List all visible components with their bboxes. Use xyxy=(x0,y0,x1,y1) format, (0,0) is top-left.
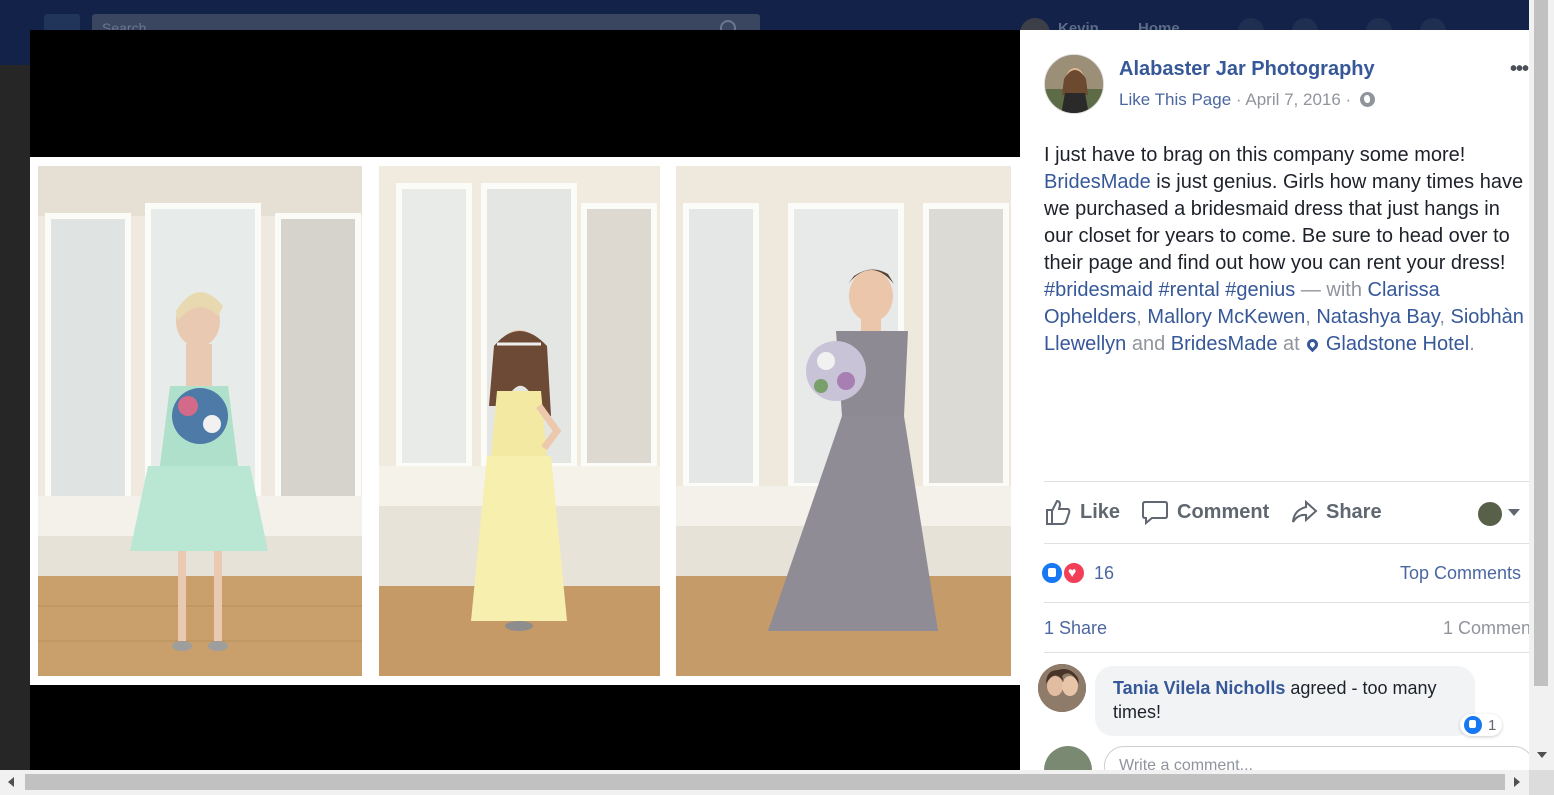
more-options-icon[interactable]: ••• xyxy=(1510,58,1529,81)
tagged-page-bridesmade[interactable]: BridesMade xyxy=(1171,333,1278,355)
love-reaction-icon xyxy=(1062,561,1086,585)
reaction-count[interactable]: 16 xyxy=(1094,563,1114,584)
reactions-summary[interactable]: 16 xyxy=(1040,561,1114,585)
share-arrow-icon xyxy=(1292,499,1318,523)
react-as-avatar[interactable] xyxy=(1478,502,1502,526)
divider xyxy=(1044,602,1529,603)
photo-panel-yellow-dress xyxy=(379,166,660,676)
like-reaction-icon xyxy=(1040,561,1064,585)
vertical-scrollbar[interactable] xyxy=(1529,0,1554,770)
hashtag-genius[interactable]: #genius xyxy=(1225,279,1295,301)
horizontal-scrollbar-thumb[interactable] xyxy=(25,774,1505,790)
meta-separator: · xyxy=(1235,90,1242,109)
write-comment-input[interactable]: Write a comment... xyxy=(1104,746,1529,770)
scrollbar-corner xyxy=(1529,770,1554,795)
comment-like-count[interactable]: 1 xyxy=(1460,714,1503,736)
location-link[interactable]: Gladstone Hotel xyxy=(1326,333,1469,355)
tagged-person-natashya[interactable]: Natashya Bay xyxy=(1316,306,1439,328)
divider xyxy=(1044,543,1529,544)
page-avatar[interactable] xyxy=(1044,54,1104,114)
commenter-avatar[interactable] xyxy=(1038,664,1086,712)
write-comment-placeholder: Write a comment... xyxy=(1119,757,1253,770)
comment-bubble: Tania Vilela Nicholls agreed - too many … xyxy=(1095,666,1475,736)
comment-bubble-icon xyxy=(1142,501,1168,526)
photo-collage[interactable] xyxy=(30,157,1020,685)
with-label: — with xyxy=(1295,279,1368,301)
like-reaction-icon xyxy=(1464,716,1482,734)
comments-count-link[interactable]: 1 Comment xyxy=(1443,618,1529,639)
share-label: Share xyxy=(1326,500,1382,523)
comment-button[interactable]: Comment xyxy=(1141,496,1269,528)
post-date[interactable]: April 7, 2016 xyxy=(1245,90,1340,109)
meta-separator: · xyxy=(1345,90,1352,109)
photo-viewer[interactable] xyxy=(30,30,1020,770)
photo-panel-grey-dress xyxy=(676,166,1011,676)
location-pin-icon xyxy=(1304,336,1321,353)
horizontal-scrollbar[interactable] xyxy=(0,770,1529,795)
scroll-left-arrow-icon[interactable] xyxy=(8,777,14,787)
post-meta: Like This Page · April 7, 2016 · xyxy=(1119,90,1375,110)
photo-panel-mint-dress xyxy=(38,166,362,676)
divider xyxy=(1044,481,1529,482)
divider xyxy=(1044,652,1529,653)
chevron-down-icon[interactable] xyxy=(1508,509,1520,516)
shares-link[interactable]: 1 Share xyxy=(1044,618,1107,639)
like-button[interactable]: Like xyxy=(1044,496,1120,528)
post-text-line: I just have to brag on this company some… xyxy=(1044,144,1466,166)
scroll-right-arrow-icon[interactable] xyxy=(1514,777,1520,787)
post-sidebar: Alabaster Jar Photography Like This Page… xyxy=(1020,30,1529,770)
at-label: at xyxy=(1277,333,1306,355)
comment-label: Comment xyxy=(1177,500,1270,523)
scroll-down-arrow-icon[interactable] xyxy=(1537,752,1547,758)
and-label: and xyxy=(1126,333,1171,355)
post-text: I just have to brag on this company some… xyxy=(1044,144,1524,355)
globe-icon xyxy=(1359,92,1375,107)
comment-like-number: 1 xyxy=(1488,716,1497,734)
like-page-link[interactable]: Like This Page xyxy=(1119,90,1231,109)
comment-author-link[interactable]: Tania Vilela Nicholls xyxy=(1113,678,1285,698)
period: . xyxy=(1469,333,1475,355)
mention-bridesmade[interactable]: BridesMade xyxy=(1044,171,1151,193)
current-user-avatar xyxy=(1044,746,1092,770)
page-name-link[interactable]: Alabaster Jar Photography xyxy=(1119,58,1375,81)
hashtag-bridesmaid[interactable]: #bridesmaid xyxy=(1044,279,1153,301)
hashtag-rental[interactable]: #rental xyxy=(1159,279,1220,301)
vertical-scrollbar-thumb[interactable] xyxy=(1534,0,1548,686)
top-comments-dropdown[interactable]: Top Comments xyxy=(1400,563,1521,584)
like-label: Like xyxy=(1080,500,1121,523)
tagged-person-mallory[interactable]: Mallory McKewen xyxy=(1147,306,1305,328)
share-button[interactable]: Share xyxy=(1290,496,1382,528)
dimmed-background xyxy=(0,65,30,770)
thumbs-up-icon xyxy=(1046,499,1071,525)
